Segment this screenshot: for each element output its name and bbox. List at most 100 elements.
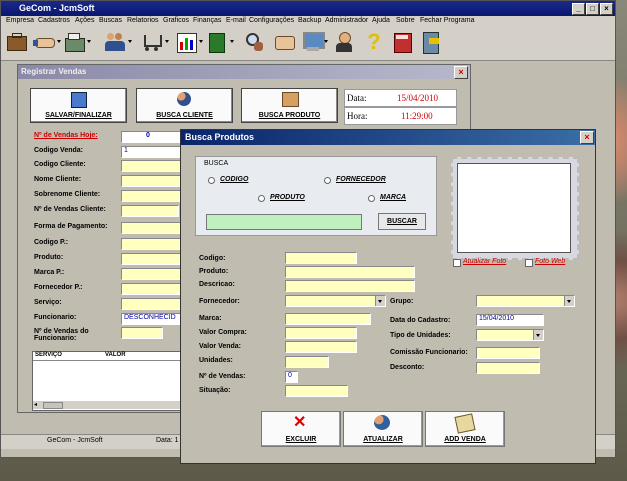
- itens-grid[interactable]: SERVIÇO VALOR D ◂: [32, 351, 192, 411]
- tipo-unidades-select[interactable]: [476, 329, 544, 341]
- chevron-down-icon[interactable]: [375, 296, 385, 306]
- money-icon[interactable]: [206, 30, 228, 54]
- situacao-field[interactable]: [285, 385, 348, 397]
- codigo-venda-field[interactable]: 1: [121, 146, 183, 158]
- busca-cliente-button[interactable]: BUSCA CLIENTE: [136, 88, 233, 123]
- vendas-funcionario-field[interactable]: [121, 327, 163, 339]
- valor-venda-field[interactable]: [285, 341, 357, 353]
- menu-acoes[interactable]: Ações: [75, 17, 94, 24]
- radio-produto-label[interactable]: PRODUTO: [270, 194, 305, 201]
- minimize-button[interactable]: _: [572, 3, 585, 15]
- menu-buscas[interactable]: Buscas: [99, 17, 122, 24]
- busca-input[interactable]: [206, 214, 362, 230]
- menu-fechar[interactable]: Fechar Programa: [420, 17, 474, 24]
- cash-register-icon[interactable]: [63, 30, 85, 54]
- close-button[interactable]: ×: [600, 3, 613, 15]
- dropdown-arrow-icon[interactable]: [324, 40, 328, 43]
- dropdown-arrow-icon[interactable]: [57, 40, 61, 43]
- cart-icon[interactable]: [141, 30, 163, 54]
- unidades-field[interactable]: [285, 356, 329, 368]
- servico-field[interactable]: [121, 298, 183, 310]
- status-date: Data: 1: [156, 437, 179, 444]
- menu-relatorios[interactable]: Relatorios: [127, 17, 159, 24]
- marca-field[interactable]: [285, 313, 371, 325]
- radio-fornecedor-label[interactable]: FORNECEDOR: [336, 176, 386, 183]
- exchange-icon[interactable]: [273, 30, 295, 54]
- radio-marca[interactable]: [368, 195, 375, 202]
- radio-produto[interactable]: [258, 195, 265, 202]
- marca-field[interactable]: [121, 268, 183, 280]
- grupo-select[interactable]: [476, 295, 575, 307]
- dropdown-arrow-icon[interactable]: [199, 40, 203, 43]
- comissao-field[interactable]: [476, 347, 540, 359]
- menu-email[interactable]: E-mail: [226, 17, 246, 24]
- menu-financas[interactable]: Finanças: [193, 17, 221, 24]
- sobrenome-cliente-field[interactable]: [121, 190, 183, 202]
- radio-codigo[interactable]: [208, 177, 215, 184]
- exit-icon[interactable]: [419, 30, 441, 54]
- dropdown-arrow-icon[interactable]: [128, 40, 132, 43]
- codigo-produto-field[interactable]: [121, 238, 183, 250]
- radio-fornecedor[interactable]: [324, 177, 331, 184]
- user-icon[interactable]: [333, 30, 355, 54]
- search-people-icon[interactable]: [243, 30, 265, 54]
- fornecedor-label: Fornecedor P.:: [34, 284, 83, 291]
- excluir-button[interactable]: ✕ EXCLUIR: [261, 411, 341, 447]
- menu-empresa[interactable]: Empresa: [6, 17, 34, 24]
- dropdown-arrow-icon[interactable]: [230, 40, 234, 43]
- help-icon[interactable]: ?: [363, 30, 385, 54]
- scroll-left-icon[interactable]: ◂: [34, 401, 37, 408]
- maximize-button[interactable]: □: [586, 3, 599, 15]
- descricao-field[interactable]: [285, 280, 415, 292]
- add-venda-button[interactable]: ADD VENDA: [425, 411, 505, 447]
- radio-marca-label[interactable]: MARCA: [380, 194, 406, 201]
- people-icon[interactable]: [104, 30, 126, 54]
- produto-field[interactable]: [121, 253, 183, 265]
- menu-configuracoes[interactable]: Configurações: [249, 17, 294, 24]
- forma-pagamento-field[interactable]: [121, 222, 183, 234]
- tipo-unidades-label: Tipo de Unidades:: [390, 332, 451, 339]
- atualizar-foto-checkbox[interactable]: [453, 259, 461, 267]
- fornecedor-select[interactable]: [285, 295, 386, 307]
- menu-backup[interactable]: Backup: [298, 17, 321, 24]
- handshake-icon[interactable]: [33, 30, 55, 54]
- chart-icon[interactable]: [175, 30, 197, 54]
- computer-icon[interactable]: [301, 30, 325, 54]
- menu-administrador[interactable]: Administrador: [325, 17, 368, 24]
- busca-close-button[interactable]: ×: [580, 131, 594, 144]
- calculator-icon[interactable]: [391, 30, 413, 54]
- chevron-down-icon[interactable]: [564, 296, 574, 306]
- codigo-field[interactable]: [285, 252, 357, 264]
- briefcase-icon[interactable]: [5, 30, 27, 54]
- atualizar-foto-link[interactable]: Atualizar Foto: [463, 258, 506, 265]
- buscar-button[interactable]: BUSCAR: [378, 213, 426, 230]
- salvar-finalizar-button[interactable]: SALVAR/FINALIZAR: [30, 88, 127, 123]
- fornecedor-field[interactable]: [121, 283, 183, 295]
- codigo-cliente-field[interactable]: [121, 160, 183, 172]
- horizontal-scrollbar[interactable]: ◂: [33, 401, 191, 409]
- foto-web-link[interactable]: Foto Web: [535, 258, 565, 265]
- window-title: GeCom - JcmSoft: [19, 3, 95, 13]
- scroll-thumb[interactable]: [43, 402, 63, 409]
- nome-cliente-field[interactable]: [121, 175, 183, 187]
- chevron-down-icon[interactable]: [533, 330, 543, 340]
- foto-web-checkbox[interactable]: [525, 259, 533, 267]
- menu-ajuda[interactable]: Ajuda: [372, 17, 390, 24]
- atualizar-button[interactable]: ATUALIZAR: [343, 411, 423, 447]
- menu-graficos[interactable]: Graficos: [163, 17, 189, 24]
- registrar-close-button[interactable]: ×: [454, 66, 468, 79]
- funcionario-field[interactable]: DESCONHECID: [121, 313, 185, 325]
- busca-produto-button[interactable]: BUSCA PRODUTO: [241, 88, 338, 123]
- registrar-title: Registrar Vendas: [21, 67, 87, 76]
- radio-codigo-label[interactable]: CODIGO: [220, 176, 248, 183]
- menu-cadastros[interactable]: Cadastros: [38, 17, 70, 24]
- menu-sobre[interactable]: Sobre: [396, 17, 415, 24]
- dropdown-arrow-icon[interactable]: [87, 40, 91, 43]
- dropdown-arrow-icon[interactable]: [165, 40, 169, 43]
- produto-field[interactable]: [285, 266, 415, 278]
- vendas-cliente-field[interactable]: [121, 205, 179, 217]
- valor-compra-field[interactable]: [285, 327, 357, 339]
- data-cadastro-field[interactable]: 15/04/2010: [476, 314, 544, 326]
- vendas-field[interactable]: 0: [285, 371, 298, 383]
- desconto-field[interactable]: [476, 362, 540, 374]
